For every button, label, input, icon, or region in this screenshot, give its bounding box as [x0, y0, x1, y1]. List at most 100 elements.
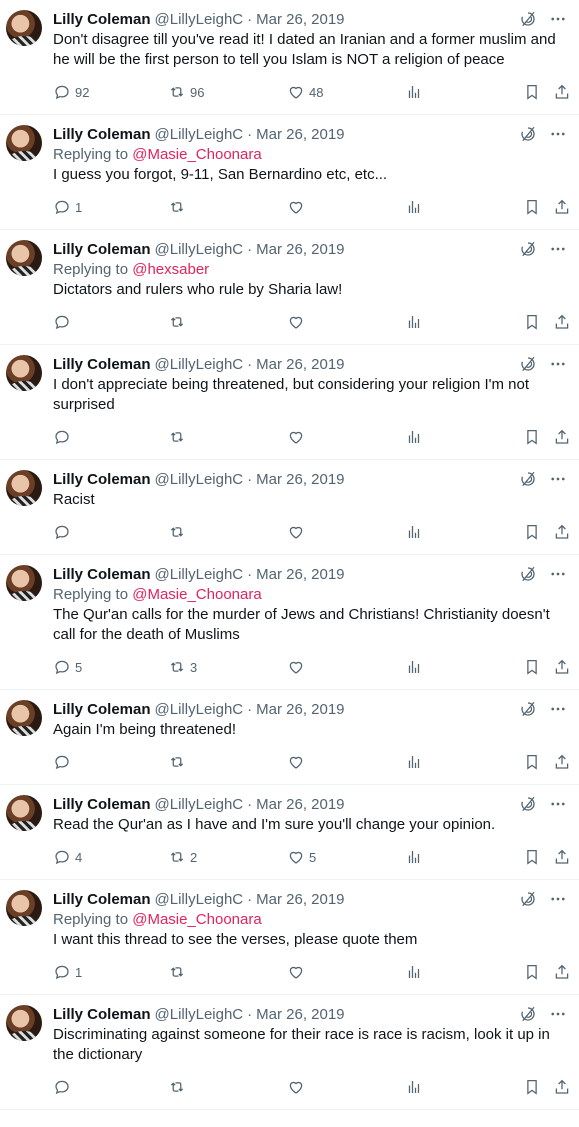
retweet-button[interactable] [168, 197, 186, 217]
tweet[interactable]: Lilly Coleman @LillyLeighC · Mar 26, 201… [0, 115, 579, 230]
views-button[interactable] [405, 312, 423, 332]
bookmark-button[interactable] [523, 82, 541, 102]
tweet[interactable]: Lilly Coleman @LillyLeighC · Mar 26, 201… [0, 230, 579, 345]
tweet[interactable]: Lilly Coleman @LillyLeighC · Mar 26, 201… [0, 460, 579, 555]
replying-to-mention[interactable]: @Masie_Choonara [132, 146, 261, 163]
avatar[interactable] [6, 125, 42, 161]
reply-button[interactable]: 1 [53, 197, 82, 217]
share-button[interactable] [553, 82, 571, 102]
grok-icon[interactable] [519, 355, 537, 373]
display-name[interactable]: Lilly Coleman [53, 470, 151, 490]
more-icon[interactable] [549, 890, 567, 908]
reply-button[interactable]: 5 [53, 657, 82, 677]
user-handle[interactable]: @LillyLeighC [155, 10, 244, 30]
bookmark-button[interactable] [523, 962, 541, 982]
grok-icon[interactable] [519, 125, 537, 143]
views-button[interactable] [405, 522, 423, 542]
display-name[interactable]: Lilly Coleman [53, 125, 151, 145]
grok-icon[interactable] [519, 1005, 537, 1023]
views-button[interactable] [405, 962, 423, 982]
tweet[interactable]: Lilly Coleman @LillyLeighC · Mar 26, 201… [0, 995, 579, 1110]
share-button[interactable] [553, 847, 571, 867]
share-button[interactable] [553, 752, 571, 772]
tweet-date[interactable]: Mar 26, 2019 [256, 565, 344, 585]
like-button[interactable] [287, 522, 305, 542]
display-name[interactable]: Lilly Coleman [53, 240, 151, 260]
bookmark-button[interactable] [523, 1077, 541, 1097]
user-handle[interactable]: @LillyLeighC [155, 795, 244, 815]
share-button[interactable] [553, 312, 571, 332]
tweet[interactable]: Lilly Coleman @LillyLeighC · Mar 26, 201… [0, 345, 579, 460]
grok-icon[interactable] [519, 795, 537, 813]
retweet-button[interactable] [168, 312, 186, 332]
more-icon[interactable] [549, 700, 567, 718]
like-button[interactable] [287, 657, 305, 677]
tweet[interactable]: Lilly Coleman @LillyLeighC · Mar 26, 201… [0, 880, 579, 995]
like-button[interactable] [287, 752, 305, 772]
views-button[interactable] [405, 427, 423, 447]
tweet-date[interactable]: Mar 26, 2019 [256, 700, 344, 720]
avatar[interactable] [6, 10, 42, 46]
more-icon[interactable] [549, 240, 567, 258]
reply-button[interactable] [53, 752, 71, 772]
avatar[interactable] [6, 240, 42, 276]
user-handle[interactable]: @LillyLeighC [155, 355, 244, 375]
tweet-date[interactable]: Mar 26, 2019 [256, 890, 344, 910]
bookmark-button[interactable] [523, 312, 541, 332]
views-button[interactable] [405, 82, 423, 102]
share-button[interactable] [553, 197, 571, 217]
avatar[interactable] [6, 1005, 42, 1041]
reply-button[interactable]: 4 [53, 847, 82, 867]
reply-button[interactable]: 92 [53, 82, 89, 102]
tweet[interactable]: Lilly Coleman @LillyLeighC · Mar 26, 201… [0, 785, 579, 880]
display-name[interactable]: Lilly Coleman [53, 10, 151, 30]
views-button[interactable] [405, 197, 423, 217]
avatar[interactable] [6, 470, 42, 506]
reply-button[interactable] [53, 522, 71, 542]
retweet-button[interactable] [168, 1077, 186, 1097]
grok-icon[interactable] [519, 890, 537, 908]
more-icon[interactable] [549, 355, 567, 373]
grok-icon[interactable] [519, 240, 537, 258]
retweet-button[interactable] [168, 522, 186, 542]
display-name[interactable]: Lilly Coleman [53, 890, 151, 910]
user-handle[interactable]: @LillyLeighC [155, 470, 244, 490]
like-button[interactable] [287, 312, 305, 332]
like-button[interactable]: 5 [287, 847, 316, 867]
like-button[interactable] [287, 1077, 305, 1097]
reply-button[interactable] [53, 427, 71, 447]
bookmark-button[interactable] [523, 657, 541, 677]
more-icon[interactable] [549, 470, 567, 488]
tweet[interactable]: Lilly Coleman @LillyLeighC · Mar 26, 201… [0, 0, 579, 115]
replying-to-mention[interactable]: @Masie_Choonara [132, 586, 261, 603]
more-icon[interactable] [549, 125, 567, 143]
tweet-date[interactable]: Mar 26, 2019 [256, 10, 344, 30]
grok-icon[interactable] [519, 565, 537, 583]
like-button[interactable] [287, 197, 305, 217]
views-button[interactable] [405, 847, 423, 867]
share-button[interactable] [553, 1077, 571, 1097]
bookmark-button[interactable] [523, 847, 541, 867]
avatar[interactable] [6, 795, 42, 831]
retweet-button[interactable] [168, 752, 186, 772]
display-name[interactable]: Lilly Coleman [53, 795, 151, 815]
share-button[interactable] [553, 427, 571, 447]
reply-button[interactable] [53, 1077, 71, 1097]
tweet-date[interactable]: Mar 26, 2019 [256, 795, 344, 815]
bookmark-button[interactable] [523, 522, 541, 542]
user-handle[interactable]: @LillyLeighC [155, 890, 244, 910]
grok-icon[interactable] [519, 700, 537, 718]
views-button[interactable] [405, 752, 423, 772]
retweet-button[interactable]: 96 [168, 82, 204, 102]
share-button[interactable] [553, 522, 571, 542]
views-button[interactable] [405, 1077, 423, 1097]
tweet-date[interactable]: Mar 26, 2019 [256, 355, 344, 375]
display-name[interactable]: Lilly Coleman [53, 700, 151, 720]
replying-to-mention[interactable]: @hexsaber [132, 261, 209, 278]
tweet-date[interactable]: Mar 26, 2019 [256, 240, 344, 260]
bookmark-button[interactable] [523, 752, 541, 772]
more-icon[interactable] [549, 1005, 567, 1023]
tweet[interactable]: Lilly Coleman @LillyLeighC · Mar 26, 201… [0, 555, 579, 690]
reply-button[interactable] [53, 312, 71, 332]
grok-icon[interactable] [519, 470, 537, 488]
